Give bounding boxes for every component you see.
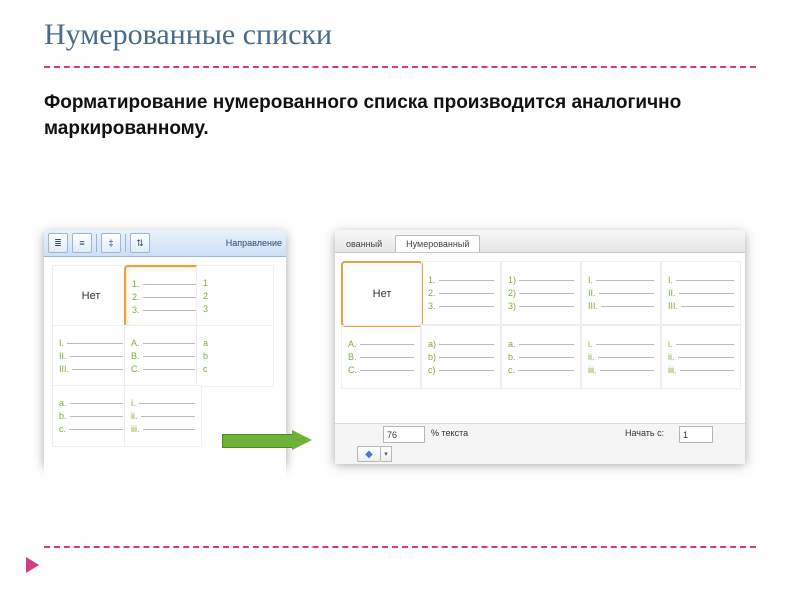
numbering-button[interactable]: ≡: [72, 233, 92, 253]
style-latin-lower-dot[interactable]: a. b. c.: [52, 385, 130, 447]
slide-marker-icon: [26, 557, 39, 573]
style-edge-cut[interactable]: I. II. III.: [661, 261, 741, 325]
dialog-footer: 76 % текста Начать с: 1 ◆ ▾: [335, 423, 745, 464]
arrow-icon: [222, 430, 312, 450]
divider-top: [44, 66, 756, 68]
text-direction-button[interactable]: ⇅: [130, 233, 150, 253]
style-latin-upper[interactable]: A. B. C.: [124, 325, 202, 387]
style-arabic-edge[interactable]: 1 2 3: [196, 265, 274, 327]
style-roman-upper[interactable]: I. II. III.: [52, 325, 130, 387]
style-roman-lower-dot[interactable]: i. ii. iii.: [581, 325, 661, 389]
separator: [96, 234, 97, 252]
ribbon: ≣ ≡ ‡ ⇅ Направление: [44, 230, 286, 257]
bullets-button[interactable]: ≣: [48, 233, 68, 253]
tab-bar: ованный Нумерованный: [335, 230, 745, 253]
line-spacing-button[interactable]: ‡: [101, 233, 121, 253]
style-roman-upper[interactable]: I. II. III.: [581, 261, 661, 325]
separator: [125, 234, 126, 252]
slide: Нумерованные списки Форматирование нумер…: [0, 0, 800, 600]
ribbon-label: Направление: [226, 238, 282, 248]
size-field[interactable]: 76: [383, 426, 425, 443]
tab-numbered[interactable]: Нумерованный: [395, 235, 480, 252]
number-gallery-right: Нет 1. 2. 3. 1) 2) 3) I. II. III. I. II.…: [335, 253, 745, 423]
page-title: Нумерованные списки: [44, 18, 332, 52]
style-latin-upper-edge[interactable]: A. B. C.: [341, 325, 421, 389]
style-arabic-dot[interactable]: 1. 2. 3.: [421, 261, 501, 325]
start-field[interactable]: 1: [679, 426, 713, 443]
style-latin-lower-dot[interactable]: a. b. c.: [501, 325, 581, 389]
style-arabic-paren[interactable]: 1) 2) 3): [501, 261, 581, 325]
style-none[interactable]: Нет: [52, 265, 130, 327]
divider-bottom: [44, 546, 756, 548]
color-button[interactable]: ◆: [357, 446, 381, 462]
style-latin-lower-edge[interactable]: a b c: [196, 325, 274, 387]
start-label: Начать с:: [625, 428, 664, 438]
style-arabic-dot[interactable]: 1. 2. 3.: [124, 265, 204, 329]
style-latin-lower-paren[interactable]: a) b) c): [421, 325, 501, 389]
style-edge-cut2[interactable]: i. ii. iii.: [661, 325, 741, 389]
screenshot-right: ованный Нумерованный Нет 1. 2. 3. 1) 2) …: [335, 230, 745, 462]
style-none[interactable]: Нет: [341, 261, 423, 327]
size-label: % текста: [431, 428, 468, 438]
color-dropdown-icon[interactable]: ▾: [381, 446, 392, 462]
body-text: Форматирование нумерованного списка прои…: [44, 90, 756, 141]
style-roman-lower-dot[interactable]: i. ii. iii.: [124, 385, 202, 447]
tab-bulleted[interactable]: ованный: [335, 235, 393, 252]
